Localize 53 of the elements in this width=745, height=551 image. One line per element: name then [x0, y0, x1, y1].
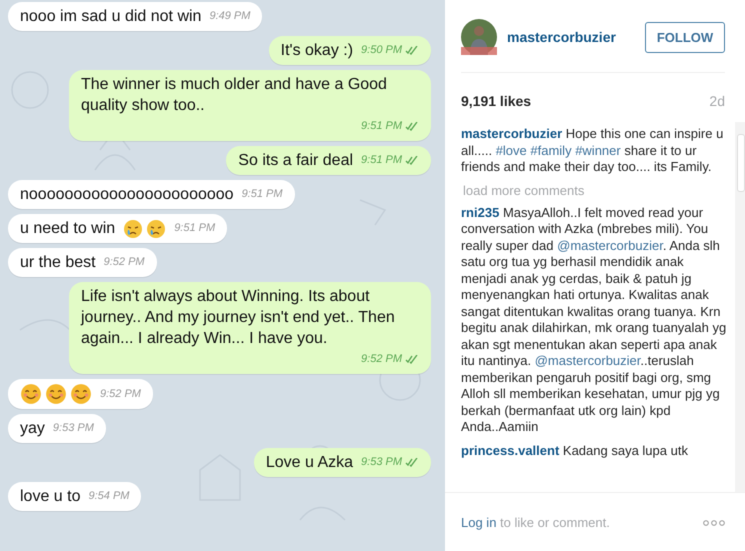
- more-options-button[interactable]: [703, 520, 725, 526]
- message-time: 9:51 PM: [361, 153, 402, 168]
- message-text: nooo im sad u did not win: [20, 7, 202, 27]
- follow-button[interactable]: FOLLOW: [645, 22, 725, 52]
- login-prompt: Log in to like or comment.: [461, 515, 610, 530]
- scrollbar[interactable]: [735, 122, 745, 492]
- message-time: 9:53 PM: [361, 455, 402, 470]
- message-time: 9:50 PM: [361, 43, 402, 58]
- smiling-face-icon: [20, 383, 42, 405]
- message-text: nooooooooooooooooooooooo: [20, 185, 234, 205]
- double-check-icon: [405, 355, 419, 364]
- mention-link[interactable]: #love: [496, 142, 530, 158]
- double-check-icon: [405, 156, 419, 165]
- comment: princess.vallent Kadang saya lupa utk: [461, 442, 689, 459]
- message-time: 9:51 PM: [242, 187, 283, 202]
- message-text: The winner is much older and have a Good quality show too..: [81, 75, 388, 116]
- message-time: 9:54 PM: [88, 489, 130, 504]
- message-text: ur the best: [20, 253, 96, 273]
- likes-count: 9,191 likes: [461, 93, 532, 109]
- message-time: 9:53 PM: [52, 421, 94, 436]
- comment: mastercorbuzier Hope this one can inspire u all..... #love #family #winner share it to ur friends and make their day too.... its Family.: [461, 126, 724, 176]
- message-time: 9:52 PM: [104, 255, 145, 270]
- smiling-face-icon: [70, 383, 92, 405]
- message-text: love u to: [20, 487, 80, 507]
- message-time: 9:51 PM: [361, 119, 402, 134]
- double-check-icon: [405, 458, 419, 467]
- message-text: u need to win: [20, 219, 116, 239]
- message-time: 9:52 PM: [361, 352, 402, 367]
- message-text: Love u Azka: [266, 453, 354, 473]
- comment: rni235 MasyaAlloh..I felt moved read your conversation with Azka (mbrebes mili). You really super dad @mastercorbuzier. Anda slh satu org tua yg berhasil mendidik anak menjadi anak yg cerdas, baik & patuh jg menyenangkan hati ortunya. Kwalitas anak sangat ditentukan kwalitas orang tuanya. Krn begitu anak dilahirkan, mk orang tuanyalah yg akan sgt menentukan akan seperti apa anak itu nantinya. @mastercorbuzier..teruslah memberikan pengaruh positif bagi org, smg Alloh sll memberikan kesehatan, umur pjg yg berkah (bermanfaat utk org lain) kpd Anda..Aamiin: [461, 204, 727, 436]
- avatar: [461, 19, 497, 55]
- message-time: 9:51 PM: [174, 221, 216, 236]
- smiling-face-icon: [45, 383, 67, 405]
- message-text: It's okay :): [280, 41, 354, 61]
- mention-link[interactable]: #winner: [575, 142, 621, 158]
- crying-face-icon: [123, 218, 144, 238]
- double-check-icon: [405, 122, 419, 131]
- comment-username[interactable]: princess.vallent: [461, 442, 560, 458]
- crying-face-icon: [146, 218, 166, 238]
- comment-username[interactable]: rni235: [461, 204, 500, 220]
- message-text: Life isn't always about Winning. Its about journey.. And my journey isn't end yet.. Then again... I already Win... I have you.: [81, 287, 396, 349]
- message-text: So its a fair deal: [238, 151, 354, 171]
- message-time: 9:52 PM: [100, 387, 141, 402]
- double-check-icon: [405, 46, 419, 55]
- mention-link[interactable]: #family: [530, 142, 576, 158]
- login-link[interactable]: Log in: [461, 515, 496, 530]
- mention-link[interactable]: @mastercorbuzier: [557, 238, 663, 252]
- comment-username[interactable]: mastercorbuzier: [461, 126, 562, 141]
- message-time: 9:49 PM: [209, 9, 250, 24]
- mention-link[interactable]: @mastercorbuzier: [534, 353, 640, 368]
- post-age: 2d: [709, 93, 725, 109]
- message-text: yay: [20, 419, 45, 439]
- username[interactable]: mastercorbuzier: [507, 29, 635, 45]
